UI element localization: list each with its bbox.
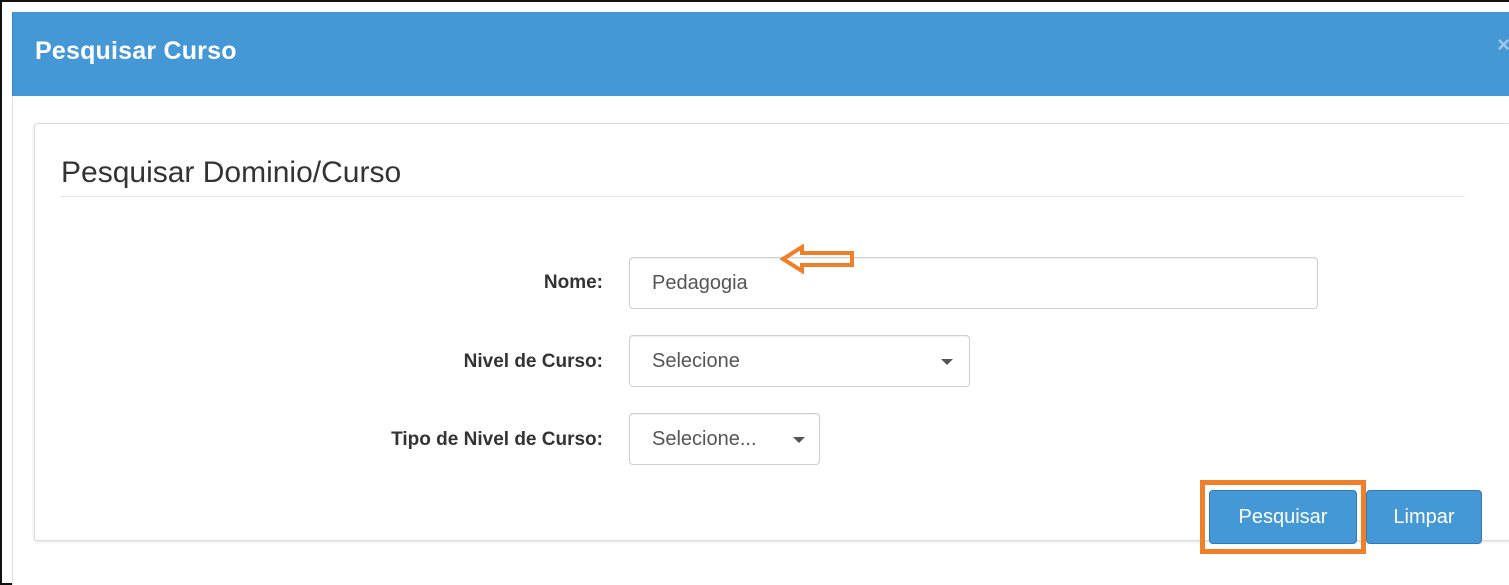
modal-title: Pesquisar Curso <box>35 37 237 65</box>
close-icon[interactable]: × <box>1497 34 1509 56</box>
nivel-curso-selected: Selecione <box>652 350 740 372</box>
annotation-highlight-box <box>1200 480 1366 554</box>
modal-window: Pesquisar Curso × Pesquisar Dominio/Curs… <box>0 0 1509 585</box>
panel-divider <box>61 196 1465 197</box>
nome-input-value: Pedagogia <box>652 272 748 294</box>
chevron-down-icon <box>941 359 953 365</box>
nivel-curso-label: Nivel de Curso: <box>463 351 603 372</box>
chevron-down-icon <box>793 437 805 443</box>
nome-label: Nome: <box>543 272 603 293</box>
nome-input[interactable]: Pedagogia <box>629 257 1318 309</box>
modal-body: Pesquisar Dominio/Curso Nome: Pedagogia … <box>12 96 1509 585</box>
clear-button[interactable]: Limpar <box>1366 490 1482 544</box>
modal-header: Pesquisar Curso × <box>12 12 1509 96</box>
nivel-curso-select[interactable]: Selecione <box>629 335 970 387</box>
tipo-nivel-curso-label: Tipo de Nivel de Curso: <box>391 429 603 450</box>
panel-title: Pesquisar Dominio/Curso <box>61 156 402 189</box>
search-panel: Pesquisar Dominio/Curso Nome: Pedagogia … <box>34 123 1509 554</box>
tipo-nivel-curso-selected: Selecione... <box>652 428 757 450</box>
arrow-left-icon <box>780 244 854 274</box>
tipo-nivel-curso-select[interactable]: Selecione... <box>629 413 820 465</box>
